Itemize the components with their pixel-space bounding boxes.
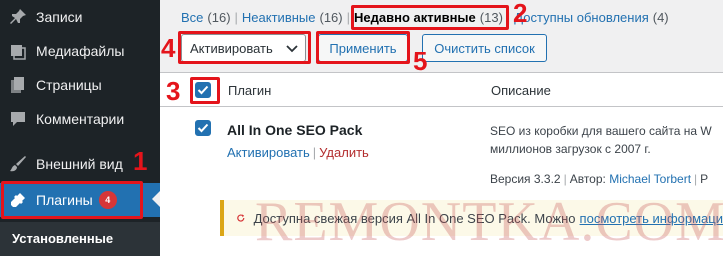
plugin-description: SEO из коробки для вашего сайта на W мил…	[490, 122, 723, 158]
row-checkbox[interactable]	[195, 120, 211, 136]
active-indicator	[152, 191, 160, 207]
paintbrush-icon	[8, 154, 28, 174]
author-link[interactable]: Michael Torbert	[609, 172, 691, 186]
meta-truncated: Р	[700, 172, 709, 186]
plugin-meta: Версия 3.3.2 | Автор: Michael Torbert | Р	[490, 172, 708, 186]
filter-inactive[interactable]: Неактивные	[242, 10, 316, 25]
author-prefix: Автор:	[569, 172, 606, 186]
filter-all-count: (16)	[207, 10, 231, 25]
update-notice: Доступна свежая версия All In One SEO Pa…	[220, 200, 723, 236]
sidebar-item-label: Медиафайлы	[36, 43, 125, 59]
table-row: All In One SEO Pack Активировать | Удалить…	[160, 108, 723, 256]
pages-icon	[8, 75, 28, 95]
sidebar-item-media[interactable]: Медиафайлы	[0, 34, 160, 68]
description-line: SEO из коробки для вашего сайта на W	[490, 124, 712, 138]
delete-link[interactable]: Удалить	[319, 145, 369, 160]
sidebar-item-label: Страницы	[36, 77, 102, 93]
sidebar-item-label: Внешний вид	[36, 156, 123, 172]
annotation-box-plugins	[1, 181, 143, 219]
sidebar-item-label: Комментарии	[36, 111, 125, 127]
annotation-number-4: 4	[161, 33, 176, 63]
annotation-number-3: 3	[166, 76, 181, 106]
plugins-submenu: Установленные	[0, 222, 160, 256]
annotation-box-select-all	[190, 77, 220, 104]
column-header-plugin[interactable]: Плагин	[228, 83, 271, 98]
meta-separator: |	[694, 172, 698, 186]
plugin-name: All In One SEO Pack	[227, 122, 363, 138]
activate-link[interactable]: Активировать	[227, 145, 310, 160]
update-notice-text: Доступна свежая версия All In One SEO Pa…	[253, 210, 576, 226]
sidebar-item-pages[interactable]: Страницы	[0, 68, 160, 102]
column-header-description: Описание	[491, 83, 551, 98]
annotation-number-2: 2	[513, 0, 528, 28]
filter-all[interactable]: Все	[181, 10, 203, 25]
sidebar-item-comments[interactable]: Комментарии	[0, 102, 160, 136]
annotation-box-bulk-select	[178, 31, 311, 64]
view-details-link[interactable]: посмотреть информаци	[580, 211, 723, 226]
filter-updates-count: (4)	[652, 10, 669, 25]
annotation-number-1: 1	[133, 146, 148, 176]
submenu-item-installed[interactable]: Установленные	[12, 231, 113, 246]
plugins-table: Плагин Описание All In One SEO Pack Акти…	[160, 72, 723, 256]
comment-icon	[8, 109, 28, 129]
pushpin-icon	[8, 7, 28, 27]
sidebar-item-label: Записи	[36, 9, 83, 25]
filter-separator: |	[234, 10, 238, 25]
annotation-number-5: 5	[413, 46, 428, 76]
update-icon	[237, 214, 245, 222]
row-actions: Активировать | Удалить	[227, 145, 369, 160]
checkmark-icon	[197, 123, 209, 133]
action-separator: |	[312, 145, 317, 160]
clear-list-button[interactable]: Очистить список	[422, 34, 547, 62]
plugin-version: Версия 3.3.2	[490, 172, 561, 186]
description-line: миллионов загрузок с 2007 г.	[490, 142, 651, 156]
filter-updates[interactable]: Доступны обновления	[514, 10, 648, 25]
media-icon	[8, 41, 28, 61]
sidebar-item-posts[interactable]: Записи	[0, 0, 160, 34]
annotation-box-recent-filter	[351, 5, 509, 30]
annotation-box-apply	[316, 31, 410, 64]
filter-inactive-count: (16)	[319, 10, 343, 25]
table-header: Плагин Описание	[160, 73, 723, 107]
meta-separator: |	[563, 172, 567, 186]
